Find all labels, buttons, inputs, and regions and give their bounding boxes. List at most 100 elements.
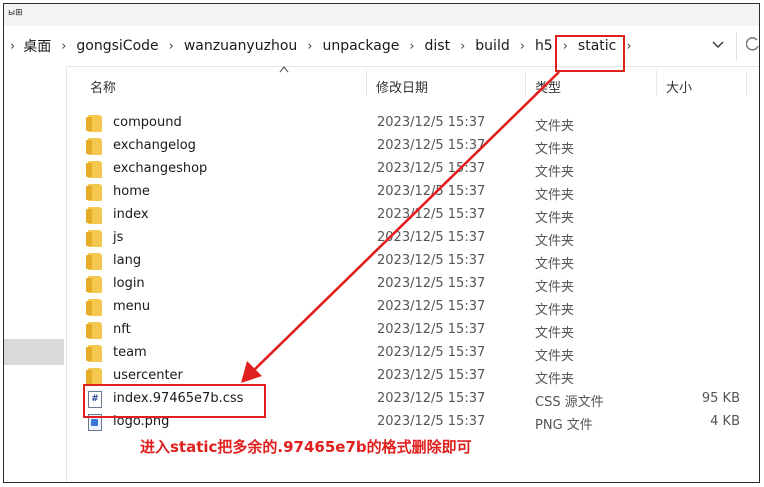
file-date: 2023/12/5 15:37 xyxy=(377,115,486,130)
file-name: usercenter xyxy=(113,368,183,383)
folder-icon xyxy=(86,368,102,385)
file-size: 95 KB xyxy=(701,391,740,406)
column-divider[interactable] xyxy=(366,70,367,96)
file-row[interactable]: exchangelog 2023/12/5 15:37 文件夹 xyxy=(84,135,754,157)
css-file-icon: # xyxy=(88,391,102,408)
file-name: lang xyxy=(113,253,142,268)
column-header-date[interactable]: 修改日期 xyxy=(376,77,428,96)
file-type: 文件夹 xyxy=(535,119,575,134)
file-type: 文件夹 xyxy=(535,234,575,249)
file-name: index.97465e7b.css xyxy=(113,391,244,406)
breadcrumb-item-dist[interactable]: dist xyxy=(425,38,451,54)
file-date: 2023/12/5 15:37 xyxy=(377,368,486,383)
file-date: 2023/12/5 15:37 xyxy=(377,299,486,314)
annotation-caption: 进入static把多余的.97465e7b的格式删除即可 xyxy=(140,438,472,456)
breadcrumb-item-static[interactable]: static xyxy=(578,38,616,54)
file-type: CSS 源文件 xyxy=(535,395,604,410)
file-name: home xyxy=(113,184,150,199)
file-row[interactable]: usercenter 2023/12/5 15:37 文件夹 xyxy=(84,365,754,387)
refresh-icon[interactable] xyxy=(745,37,759,57)
folder-icon xyxy=(86,276,102,293)
explorer-window: ы⊞ › 桌面 › gongsiCode › wanzuanyuzhou › u… xyxy=(3,3,760,483)
breadcrumb-item-build[interactable]: build xyxy=(475,38,509,54)
breadcrumb-item-wanzuanyuzhou[interactable]: wanzuanyuzhou xyxy=(184,38,297,54)
sort-ascending-icon[interactable] xyxy=(279,65,289,76)
file-date: 2023/12/5 15:37 xyxy=(377,161,486,176)
file-type: 文件夹 xyxy=(535,257,575,272)
breadcrumb-separator[interactable]: › xyxy=(460,39,465,54)
file-name: compound xyxy=(113,115,182,130)
breadcrumb-separator[interactable]: › xyxy=(307,39,312,54)
file-name: logo.png xyxy=(113,414,170,429)
file-type: 文件夹 xyxy=(535,303,575,318)
breadcrumb-separator[interactable]: › xyxy=(520,39,525,54)
file-date: 2023/12/5 15:37 xyxy=(377,253,486,268)
breadcrumb-item-desktop[interactable]: 桌面 xyxy=(23,36,51,56)
address-divider xyxy=(736,32,737,60)
file-date: 2023/12/5 15:37 xyxy=(377,345,486,360)
title-strip: ы⊞ xyxy=(4,4,759,27)
breadcrumb-separator[interactable]: › xyxy=(10,39,15,54)
file-row[interactable]: compound 2023/12/5 15:37 文件夹 xyxy=(84,112,754,134)
file-row[interactable]: lang 2023/12/5 15:37 文件夹 xyxy=(84,250,754,272)
column-header-name[interactable]: 名称 xyxy=(90,77,116,96)
file-row[interactable]: menu 2023/12/5 15:37 文件夹 xyxy=(84,296,754,318)
folder-icon xyxy=(86,345,102,362)
column-divider[interactable] xyxy=(746,70,747,96)
file-date: 2023/12/5 15:37 xyxy=(377,322,486,337)
folder-icon xyxy=(86,253,102,270)
column-header-size[interactable]: 大小 xyxy=(666,77,692,96)
file-date: 2023/12/5 15:37 xyxy=(377,207,486,222)
file-name: index xyxy=(113,207,149,222)
file-type: 文件夹 xyxy=(535,142,575,157)
folder-icon xyxy=(86,322,102,339)
breadcrumb-separator[interactable]: › xyxy=(626,39,631,54)
breadcrumb-item-h5[interactable]: h5 xyxy=(535,38,553,54)
column-header-type[interactable]: 类型 xyxy=(535,77,561,96)
folder-icon xyxy=(86,184,102,201)
file-row[interactable]: js 2023/12/5 15:37 文件夹 xyxy=(84,227,754,249)
file-row[interactable]: nft 2023/12/5 15:37 文件夹 xyxy=(84,319,754,341)
address-bar[interactable]: › 桌面 › gongsiCode › wanzuanyuzhou › unpa… xyxy=(4,26,759,67)
file-type: 文件夹 xyxy=(535,372,575,387)
file-type: 文件夹 xyxy=(535,188,575,203)
file-size: 4 KB xyxy=(710,414,740,429)
png-file-icon xyxy=(88,414,102,431)
folder-icon xyxy=(86,230,102,247)
folder-icon xyxy=(86,138,102,155)
file-name: login xyxy=(113,276,145,291)
file-type: 文件夹 xyxy=(535,211,575,226)
breadcrumb-separator[interactable]: › xyxy=(61,39,66,54)
file-row[interactable]: # index.97465e7b.css 2023/12/5 15:37 CSS 源文… xyxy=(84,388,754,410)
navigation-pane-selected-item[interactable] xyxy=(4,339,64,365)
file-name: menu xyxy=(113,299,151,314)
breadcrumb: › 桌面 › gongsiCode › wanzuanyuzhou › unpa… xyxy=(10,26,642,66)
file-row[interactable]: logo.png 2023/12/5 15:37 PNG 文件 4 KB xyxy=(84,411,754,433)
title-strip-label: ы⊞ xyxy=(8,8,23,18)
file-type: 文件夹 xyxy=(535,349,575,364)
column-divider[interactable] xyxy=(656,70,657,96)
file-row[interactable]: team 2023/12/5 15:37 文件夹 xyxy=(84,342,754,364)
file-type: PNG 文件 xyxy=(535,418,593,433)
file-name: js xyxy=(113,230,124,245)
folder-icon xyxy=(86,115,102,132)
folder-icon xyxy=(86,207,102,224)
breadcrumb-separator[interactable]: › xyxy=(409,39,414,54)
breadcrumb-item-gongsicode[interactable]: gongsiCode xyxy=(76,38,158,54)
file-row[interactable]: home 2023/12/5 15:37 文件夹 xyxy=(84,181,754,203)
chevron-down-icon[interactable] xyxy=(712,38,724,52)
folder-icon xyxy=(86,299,102,316)
file-date: 2023/12/5 15:37 xyxy=(377,391,486,406)
file-row[interactable]: login 2023/12/5 15:37 文件夹 xyxy=(84,273,754,295)
column-divider[interactable] xyxy=(525,70,526,96)
file-name: exchangelog xyxy=(113,138,196,153)
file-date: 2023/12/5 15:37 xyxy=(377,184,486,199)
file-type: 文件夹 xyxy=(535,280,575,295)
file-type: 文件夹 xyxy=(535,165,575,180)
file-date: 2023/12/5 15:37 xyxy=(377,230,486,245)
breadcrumb-item-unpackage[interactable]: unpackage xyxy=(322,38,399,54)
file-row[interactable]: index 2023/12/5 15:37 文件夹 xyxy=(84,204,754,226)
file-row[interactable]: exchangeshop 2023/12/5 15:37 文件夹 xyxy=(84,158,754,180)
breadcrumb-separator[interactable]: › xyxy=(563,39,568,54)
breadcrumb-separator[interactable]: › xyxy=(169,39,174,54)
